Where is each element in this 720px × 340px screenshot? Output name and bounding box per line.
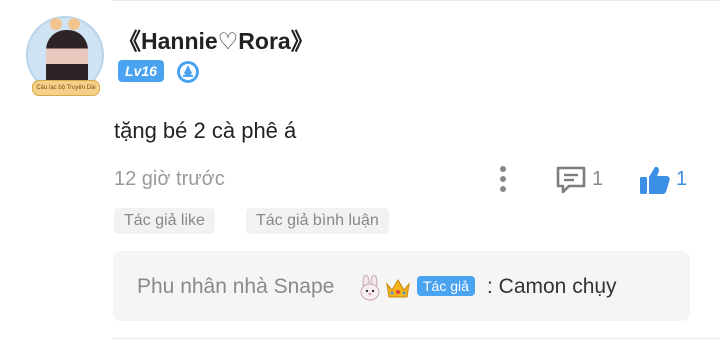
avatar-banner: Câu lạc bộ Truyện Dài xyxy=(32,80,100,96)
reply-box[interactable]: Phu nhân nhà Snape Tác giả : Camon chụy xyxy=(113,251,690,321)
reply-icon[interactable] xyxy=(555,165,587,195)
reply-author[interactable]: Phu nhân nhà Snape xyxy=(137,275,334,299)
timestamp: 12 giờ trước xyxy=(114,168,225,190)
tag-author-commented: Tác giả bình luận xyxy=(246,208,389,234)
tag-author-liked: Tác giả like xyxy=(114,208,215,234)
level-badge: Lv16 xyxy=(118,60,164,82)
more-vertical-icon[interactable] xyxy=(494,164,512,194)
like-count: 1 xyxy=(676,168,688,190)
frame-ear-icon xyxy=(50,18,62,30)
bottom-divider xyxy=(112,338,720,339)
comment-text: tặng bé 2 cà phê á xyxy=(114,118,297,143)
thumbs-up-icon[interactable] xyxy=(638,164,672,196)
author-badge: Tác giả xyxy=(417,276,475,296)
reply-count: 1 xyxy=(592,168,604,190)
rabbit-emoji-icon xyxy=(360,275,380,301)
crown-emoji-icon xyxy=(386,279,410,298)
frame-ear-icon xyxy=(68,18,80,30)
top-divider xyxy=(112,0,720,1)
username[interactable]: 《Hannie♡Rora》 xyxy=(118,22,314,56)
medal-icon xyxy=(177,61,199,83)
reply-text: : Camon chụy xyxy=(487,275,617,298)
avatar[interactable]: Câu lạc bộ Truyện Dài xyxy=(26,16,104,98)
